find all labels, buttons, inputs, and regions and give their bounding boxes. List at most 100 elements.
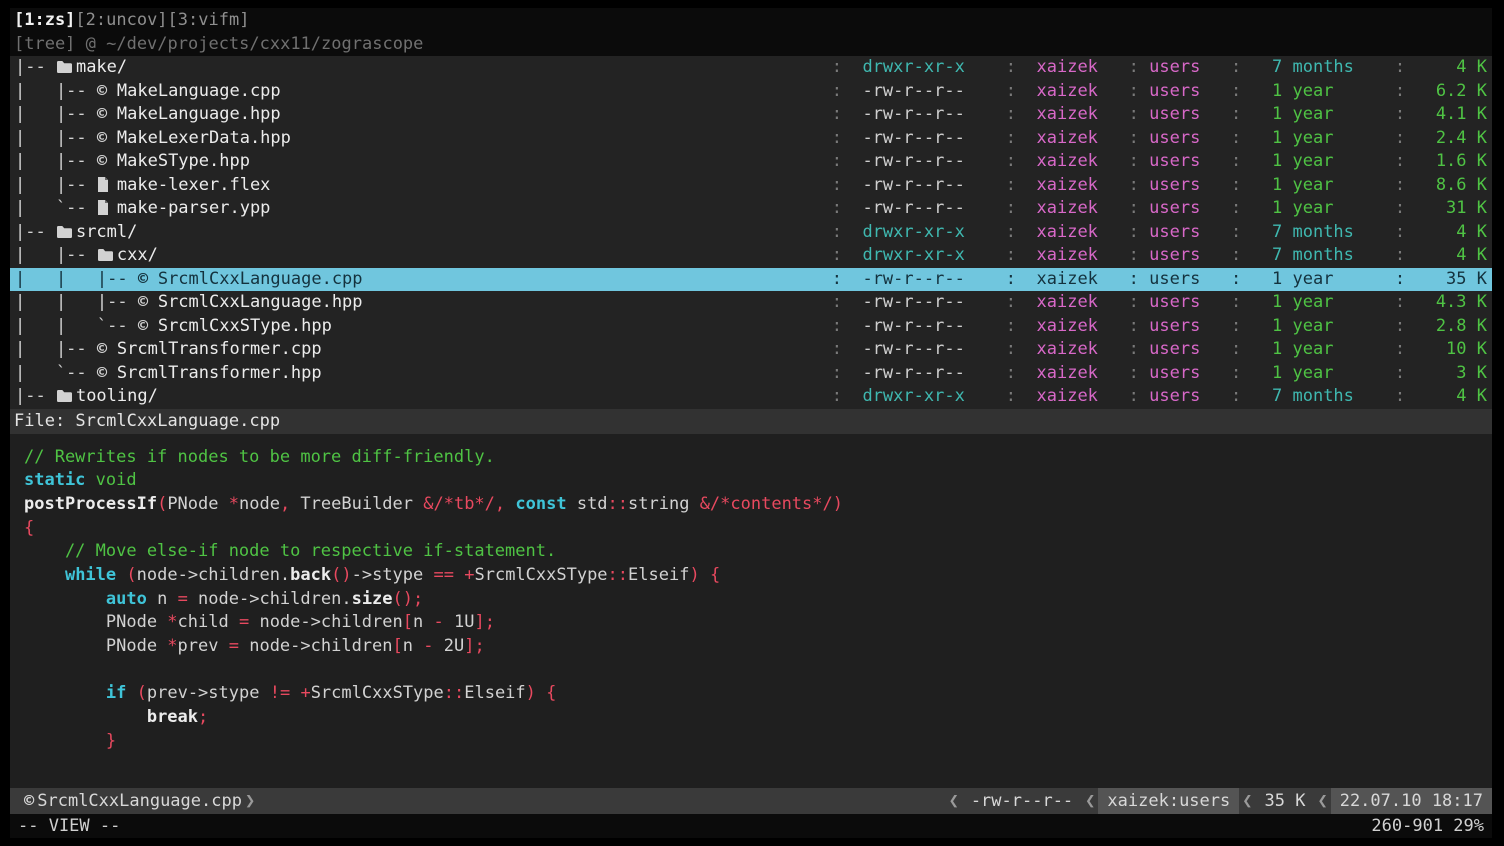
file-name: make-parser.ypp [117, 198, 271, 218]
file-owner: xaizek [1037, 222, 1098, 242]
file-name: SrcmlCxxLanguage.hpp [158, 292, 363, 312]
file-row[interactable]: | |-- ©MakeLexerData.hpp: -rw-r--r-- : x… [10, 127, 1492, 151]
column-separator: : [1395, 151, 1405, 171]
file-permissions: -rw-r--r-- [862, 104, 964, 124]
file-row[interactable]: | |-- ©MakeLanguage.cpp: -rw-r--r-- : xa… [10, 80, 1492, 104]
file-name: make/ [76, 57, 127, 77]
file-owner: xaizek [1037, 151, 1098, 171]
file-permissions: drwxr-xr-x [862, 222, 964, 242]
file-group: users [1149, 198, 1200, 218]
file-size: 6.2 K [1405, 81, 1487, 101]
file-name: MakeSType.hpp [117, 151, 250, 171]
file-row[interactable]: |-- make/: drwxr-xr-x : xaizek : users :… [10, 56, 1492, 80]
file-owner: xaizek [1037, 104, 1098, 124]
column-separator: : [1231, 245, 1241, 265]
file-owner: xaizek [1037, 316, 1098, 336]
file-age: 1 year [1272, 104, 1354, 124]
file-group: users [1149, 222, 1200, 242]
file-owner: xaizek [1037, 339, 1098, 359]
column-separator: : [832, 292, 842, 312]
file-row[interactable]: |-- tooling/: drwxr-xr-x : xaizek : user… [10, 385, 1492, 409]
column-separator: : [1231, 81, 1241, 101]
file-owner: xaizek [1037, 198, 1098, 218]
file-permissions: -rw-r--r-- [862, 292, 964, 312]
column-separator: : [1006, 104, 1016, 124]
column-separator: : [1231, 269, 1241, 289]
file-size: 4 K [1405, 222, 1487, 242]
tree-prefix: | | |-- [15, 292, 138, 312]
file-permissions: -rw-r--r-- [862, 339, 964, 359]
tab-2-uncov[interactable]: [2:uncov] [75, 10, 167, 30]
statusbar-segment: xaizek:users [1098, 788, 1239, 814]
column-separator: : [1129, 386, 1139, 406]
file-row[interactable]: |-- srcml/: drwxr-xr-x : xaizek : users … [10, 221, 1492, 245]
column-separator: : [1129, 363, 1139, 383]
file-age: 7 months [1272, 386, 1354, 406]
column-separator: : [1231, 316, 1241, 336]
tree-prefix: |-- [15, 386, 56, 406]
code-line: // Rewrites if nodes to be more diff-fri… [24, 446, 1492, 470]
code-line: auto n = node->children.size(); [24, 588, 1492, 612]
column-separator: : [1231, 292, 1241, 312]
file-group: users [1149, 339, 1200, 359]
column-separator: : [1231, 386, 1241, 406]
file-row[interactable]: | | |-- ©SrcmlCxxLanguage.hpp: -rw-r--r-… [10, 291, 1492, 315]
column-separator: : [1129, 81, 1139, 101]
column-separator: : [1129, 269, 1139, 289]
tree-prefix: | |-- [15, 81, 97, 101]
file-row[interactable]: | | `-- ©SrcmlCxxSType.hpp: -rw-r--r-- :… [10, 315, 1492, 339]
file-group: users [1149, 386, 1200, 406]
file-row[interactable]: | |-- make-lexer.flex: -rw-r--r-- : xaiz… [10, 174, 1492, 198]
column-separator: : [1395, 339, 1405, 359]
column-separator: : [1129, 316, 1139, 336]
column-separator: : [1395, 57, 1405, 77]
file-age: 1 year [1272, 269, 1354, 289]
file-row[interactable]: | |-- cxx/: drwxr-xr-x : xaizek : users … [10, 244, 1492, 268]
file-age: 1 year [1272, 339, 1354, 359]
column-separator: : [1129, 175, 1139, 195]
file-name: srcml/ [76, 222, 137, 242]
file-age: 1 year [1272, 292, 1354, 312]
column-separator: : [1395, 175, 1405, 195]
powerline-left-arrow-icon: ❮ [1082, 788, 1098, 814]
file-row[interactable]: | |-- ©MakeSType.hpp: -rw-r--r-- : xaize… [10, 150, 1492, 174]
column-separator: : [1006, 316, 1016, 336]
file-owner: xaizek [1037, 128, 1098, 148]
code-line: break; [24, 706, 1492, 730]
column-separator: : [1006, 339, 1016, 359]
code-line: static void [24, 469, 1492, 493]
file-permissions: drwxr-xr-x [862, 245, 964, 265]
file-row[interactable]: | | |-- ©SrcmlCxxLanguage.cpp: -rw-r--r-… [10, 268, 1492, 292]
tab-3-vifm[interactable]: [3:vifm] [168, 10, 250, 30]
file-row[interactable]: | `-- make-parser.ypp: -rw-r--r-- : xaiz… [10, 197, 1492, 221]
column-separator: : [1231, 363, 1241, 383]
powerline-left-arrow-icon: ❮ [1239, 788, 1255, 814]
file-permissions: -rw-r--r-- [862, 128, 964, 148]
column-separator: : [1129, 292, 1139, 312]
column-separator: : [1129, 151, 1139, 171]
file-size: 31 K [1405, 198, 1487, 218]
file-permissions: -rw-r--r-- [862, 269, 964, 289]
file-age: 1 year [1272, 128, 1354, 148]
folder-icon [97, 244, 117, 268]
file-row[interactable]: | |-- ©MakeLanguage.hpp: -rw-r--r-- : xa… [10, 103, 1492, 127]
cpp-icon: © [97, 150, 117, 174]
file-size: 1.6 K [1405, 151, 1487, 171]
tree-prefix: | | |-- [15, 269, 138, 289]
statusbar-file: ©SrcmlCxxLanguage.cpp❯ [10, 788, 258, 814]
file-row[interactable]: | |-- ©SrcmlTransformer.cpp: -rw-r--r-- … [10, 338, 1492, 362]
column-separator: : [1395, 81, 1405, 101]
tree-prefix: | |-- [15, 245, 97, 265]
file-size: 35 K [1405, 269, 1487, 289]
tree-prefix: | `-- [15, 363, 97, 383]
file-name: SrcmlTransformer.cpp [117, 339, 322, 359]
column-separator: : [1006, 198, 1016, 218]
column-separator: : [1231, 128, 1241, 148]
file-name: cxx/ [117, 245, 158, 265]
column-separator: : [832, 245, 842, 265]
cpp-icon: © [97, 127, 117, 151]
column-separator: : [1395, 245, 1405, 265]
tab-1-zs[interactable]: [1:zs] [14, 10, 75, 30]
column-separator: : [1231, 175, 1241, 195]
file-row[interactable]: | `-- ©SrcmlTransformer.hpp: -rw-r--r-- … [10, 362, 1492, 386]
